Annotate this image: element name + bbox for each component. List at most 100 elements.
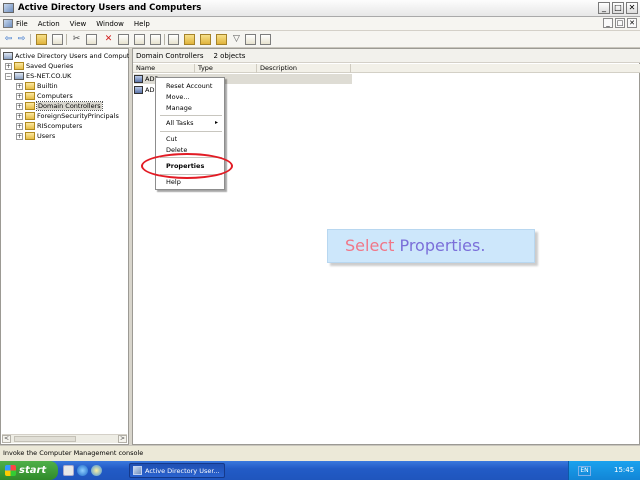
tree-item-saved-queries[interactable]: + Saved Queries (5, 61, 73, 71)
column-header-row: Name Type Description (133, 64, 640, 73)
taskbar-button-active-directory[interactable]: Active Directory User... (129, 463, 225, 478)
title-bar: Active Directory Users and Computers _ □… (0, 0, 640, 17)
menu-help[interactable]: Help (134, 20, 150, 28)
status-bar: Invoke the Computer Management console (0, 445, 640, 461)
forward-icon[interactable]: ⇨ (16, 34, 27, 45)
folder-icon (25, 112, 35, 120)
menu-item-all-tasks[interactable]: All Tasks (166, 119, 194, 127)
callout-word-properties: Properties. (399, 236, 486, 255)
menu-item-delete[interactable]: Delete (166, 146, 187, 154)
tree-item-builtin[interactable]: + Builtin (16, 81, 58, 91)
up-folder-icon[interactable] (36, 34, 47, 45)
collapse-icon[interactable]: − (5, 72, 12, 80)
internet-explorer-icon[interactable] (77, 465, 88, 476)
language-indicator[interactable]: EN (578, 466, 591, 476)
taskbar: start Active Directory User... EN 15:45 (0, 461, 640, 480)
help-icon[interactable] (168, 34, 179, 45)
expand-icon[interactable]: + (5, 62, 12, 70)
snapin-icon (3, 52, 13, 60)
tree-item-label: Active Directory Users and Computers (15, 52, 140, 60)
start-label: start (19, 465, 47, 476)
tree-item-domain[interactable]: − ES-NET.CO.UK (5, 71, 71, 81)
tree-item-label: Users (37, 132, 56, 140)
new-ou-icon[interactable] (216, 34, 227, 45)
minimize-button[interactable]: _ (598, 2, 610, 14)
menu-action[interactable]: Action (38, 20, 60, 28)
submenu-arrow-icon: ▸ (214, 119, 218, 126)
console-icon[interactable] (3, 19, 13, 28)
menu-item-reset-account[interactable]: Reset Account (166, 82, 212, 90)
delete-icon[interactable]: ✕ (103, 34, 114, 45)
mdi-minimize-button[interactable]: _ (603, 18, 613, 28)
folder-icon (14, 62, 24, 70)
details-title: Domain Controllers (136, 51, 204, 60)
toolbar-separator (164, 34, 165, 45)
menu-item-manage[interactable]: Manage (166, 104, 192, 112)
close-button[interactable]: ✕ (626, 2, 638, 14)
tree-item-label: Computers (37, 92, 73, 100)
app-icon (3, 3, 14, 13)
mdi-restore-button[interactable]: □ (615, 18, 625, 28)
media-player-icon[interactable] (91, 465, 102, 476)
details-header: Domain Controllers 2 objects (133, 49, 640, 63)
folder-icon (25, 92, 35, 100)
tree-item-label: Saved Queries (26, 62, 74, 70)
tree-item-computers[interactable]: + Computers (16, 91, 73, 101)
add-to-group-icon[interactable] (260, 34, 271, 45)
menu-window[interactable]: Window (96, 20, 124, 28)
taskbar-button-label: Active Directory User... (145, 467, 220, 475)
expand-icon[interactable]: + (16, 122, 23, 130)
tree-item-domain-controllers[interactable]: + Domain Controllers (16, 101, 103, 111)
refresh-icon[interactable] (134, 34, 145, 45)
expand-icon[interactable]: + (16, 102, 23, 110)
folder-icon (25, 132, 35, 140)
expand-icon[interactable]: + (16, 92, 23, 100)
menu-item-help[interactable]: Help (166, 178, 181, 186)
properties-icon[interactable] (118, 34, 129, 45)
tree-item-foreign-security-principals[interactable]: + ForeignSecurityPrincipals (16, 111, 119, 121)
domain-icon (14, 72, 24, 80)
show-desktop-icon[interactable] (63, 465, 74, 476)
window-title: Active Directory Users and Computers (18, 3, 202, 13)
column-description[interactable]: Description (257, 64, 351, 73)
filter-icon[interactable]: ▽ (231, 34, 242, 45)
find-icon[interactable] (245, 34, 256, 45)
tree-item-label: Builtin (37, 82, 58, 90)
new-user-icon[interactable] (184, 34, 195, 45)
expand-icon[interactable]: + (16, 132, 23, 140)
scroll-right-button[interactable]: > (118, 435, 127, 443)
tree-item-label: ES-NET.CO.UK (26, 72, 72, 80)
column-type[interactable]: Type (195, 64, 257, 73)
show-tree-icon[interactable] (52, 34, 63, 45)
scroll-left-button[interactable]: < (2, 435, 11, 443)
tree-item-users[interactable]: + Users (16, 131, 55, 141)
menu-view[interactable]: View (70, 20, 87, 28)
start-button[interactable]: start (0, 461, 58, 480)
export-list-icon[interactable] (150, 34, 161, 45)
tree-item-riscomputers[interactable]: + RIScomputers (16, 121, 82, 131)
expand-icon[interactable]: + (16, 82, 23, 90)
expand-icon[interactable]: + (16, 112, 23, 120)
scroll-thumb[interactable] (14, 436, 76, 442)
maximize-button[interactable]: □ (612, 2, 624, 14)
menu-item-move[interactable]: Move... (166, 93, 190, 101)
context-menu: Reset Account Move... Manage All Tasks ▸… (155, 77, 225, 190)
console-tree[interactable]: Active Directory Users and Computers + S… (0, 48, 139, 445)
column-name[interactable]: Name (133, 64, 195, 73)
new-group-icon[interactable] (200, 34, 211, 45)
mdi-close-button[interactable]: ✕ (627, 18, 637, 28)
menu-file[interactable]: File (16, 20, 28, 28)
paste-icon[interactable] (86, 34, 97, 45)
back-icon[interactable]: ⇦ (3, 34, 14, 45)
menu-bar: File Action View Window Help _ □ ✕ (0, 17, 640, 31)
cut-icon[interactable]: ✂ (71, 34, 82, 45)
tree-item-label: RIScomputers (37, 122, 83, 130)
tree-item-root[interactable]: Active Directory Users and Computers (3, 51, 139, 61)
menu-item-cut[interactable]: Cut (166, 135, 177, 143)
tree-horizontal-scrollbar[interactable]: < > (2, 434, 127, 443)
menu-separator (160, 131, 222, 132)
folder-icon (25, 82, 35, 90)
menu-item-properties[interactable]: Properties (166, 162, 204, 170)
callout-word-select: Select (345, 236, 395, 255)
menu-separator (160, 115, 222, 116)
